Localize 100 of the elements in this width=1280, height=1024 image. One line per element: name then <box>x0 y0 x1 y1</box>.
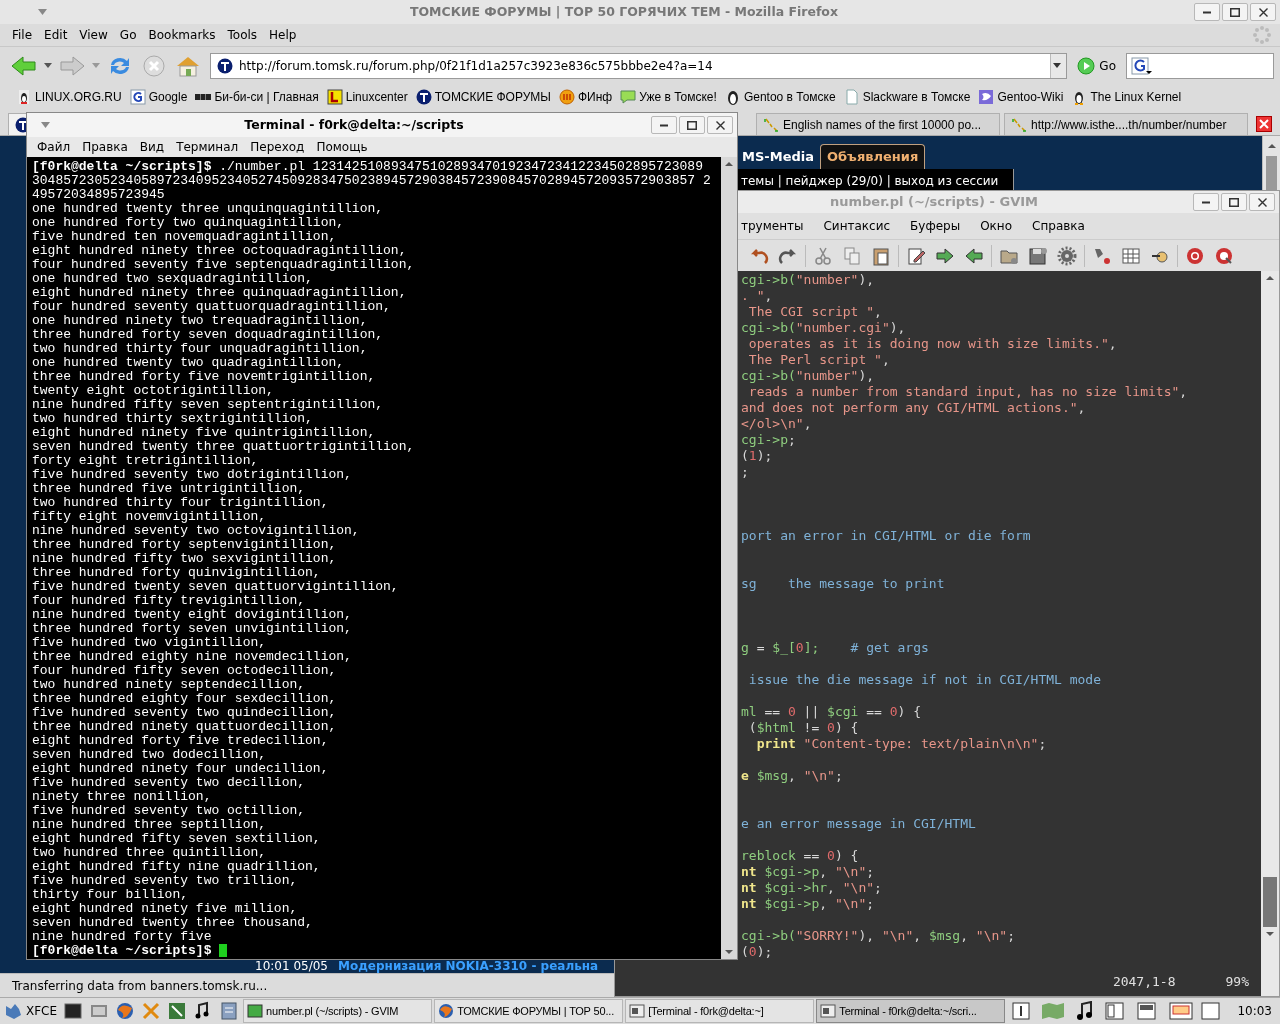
prompt-text: [f0rk@delta ~/scripts]$ <box>32 943 212 958</box>
output-line: three hundred forty seven unvigintillion, <box>32 622 353 636</box>
output-line: five hundred seventy two trillion, <box>32 874 299 888</box>
output-line: eight hundred fifty nine quadrillion, <box>32 860 322 874</box>
taskbar-button[interactable]: [Terminal - f0rk@delta:~] <box>625 999 815 1023</box>
xfce-menu-button[interactable]: XFCE <box>2 1002 60 1020</box>
bookmark-item[interactable]: Gentoo в Томске <box>720 88 840 106</box>
bookmark-item[interactable]: Gentoo-Wiki <box>974 88 1068 106</box>
news-time: 10:01 05/05 <box>255 960 328 973</box>
bookmark-item[interactable]: ТОМСКИЕ ФОРУМЫ <box>411 88 555 106</box>
output-line: nine hundred fifty seven septentrigintillion, <box>32 398 385 412</box>
status-text: Transferring data from banners.tomsk.ru... <box>12 977 268 995</box>
menu-item[interactable]: Окно <box>974 217 1019 235</box>
code-line: ml == 0 || $cgi == 0) { <box>741 704 923 720</box>
output-line: three hundred forty septenvigintillion, <box>32 538 338 552</box>
output-line: three hundred forty five novemtrigintillion, <box>32 370 377 384</box>
code-line: The CGI script ", <box>747 304 883 320</box>
menu-item[interactable]: Переход <box>244 138 311 156</box>
output-line: two hundred thirty four unquadragintillion, <box>32 342 369 356</box>
code-line: reads a number from standard input, has no size limits", <box>747 384 1189 400</box>
output-line: twenty eight octotrigintillion, <box>32 384 275 398</box>
output-line: three hundred five untrigintillion, <box>32 482 307 496</box>
menu-item[interactable]: Edit <box>38 26 74 44</box>
scroll-percent: 99% <box>1225 974 1249 991</box>
menu-item[interactable]: трументы <box>735 217 810 235</box>
output-line: four hundred fifty trevigintillion, <box>32 594 307 608</box>
bookmark-item[interactable]: LINUX.ORG.RU <box>12 88 126 106</box>
menu-item[interactable]: Буферы <box>904 217 967 235</box>
window-title: number.pl (~/scripts) - GVIM <box>829 193 1039 212</box>
site-nav-tab[interactable]: MS-Media <box>736 145 820 169</box>
address-field[interactable]: http://forum.tomsk.ru/forum.php/0f21f1d1a257c3923e836c575bbbe2e4?a=14 <box>210 52 1068 79</box>
menu-item[interactable]: Go <box>113 26 143 44</box>
code-line: ($html != 0) { <box>747 720 860 736</box>
code-line: cgi->b("SORRY!"), "\n", $msg, "\n"; <box>741 928 1016 944</box>
menu-item[interactable]: Help <box>263 26 303 44</box>
code-line: (1); <box>741 448 774 464</box>
code-line: . ", <box>741 288 774 304</box>
output-line: one hundred twenty two quadragintillion, <box>32 356 346 370</box>
output-line: three hundred forty seven doquadragintillion, <box>32 328 385 342</box>
code-line: The Perl script ", <box>747 352 891 368</box>
output-line: forty eight tretrigintillion, <box>32 454 260 468</box>
output-line: two hundred ninety septendecillion, <box>32 678 307 692</box>
bookmark-item[interactable]: Linuxcenter <box>322 88 412 106</box>
menu-item[interactable]: Tools <box>221 26 264 44</box>
code-line: e $msg, "\n"; <box>741 768 844 784</box>
code-line: reblock == 0) { <box>741 848 860 864</box>
menu-item[interactable]: Терминал <box>170 138 245 156</box>
output-line: eight hundred fifty seven sextillion, <box>32 832 322 846</box>
window-title: ТОМСКИЕ ФОРУМЫ | ТОР 50 ГОРЯЧИХ ТЕМ - Mozilla Firefox <box>408 2 840 21</box>
output-line: five hundred seventy two dotrigintillion, <box>32 468 353 482</box>
bookmark-item[interactable]: Би-би-си | Главная <box>191 88 323 106</box>
output-line: one hundred twenty three unquinquagintillion, <box>32 202 385 216</box>
output-line: five hundred seventy two octillion, <box>32 804 307 818</box>
bookmark-item[interactable]: Google <box>125 88 192 106</box>
window-title: Terminal - f0rk@delta:~/scripts <box>243 115 465 134</box>
bookmark-item[interactable]: Slackware в Томске <box>839 88 975 106</box>
code-line: print "Content-type: text/plain\n\n"; <box>755 736 1048 752</box>
output-line: eight hundred forty five tredecillion, <box>32 734 330 748</box>
output-line: two hundred thirty sextrigintillion, <box>32 412 314 426</box>
menu-item[interactable]: View <box>73 26 114 44</box>
menu-item[interactable]: Вид <box>133 138 171 156</box>
bookmark-item[interactable]: ФИнф <box>554 88 617 106</box>
menu-item[interactable]: Правка <box>76 138 134 156</box>
menu-item[interactable]: File <box>6 26 39 44</box>
output-line: five hundred two vigintillion, <box>32 636 268 650</box>
bookmark-item[interactable]: The Linux Kernel <box>1067 88 1186 106</box>
browser-tab[interactable]: http://www.isthe....th/number/number <box>1004 113 1248 135</box>
news-link[interactable]: Модернизация NOKIA-3310 - реальна <box>338 960 599 973</box>
output-line: one hundred two sexquadragintillion, <box>32 272 314 286</box>
output-line: seven hundred twenty three quattuortrigintillion, <box>32 440 416 454</box>
output-line: seven hundred two dodecillion, <box>32 748 268 762</box>
command-text: ./number.pl 12314251089347510289347019234723412234502895723089 <box>219 159 703 174</box>
code-line: cgi->b("number"), <box>741 272 876 288</box>
output-line: nine hundred fifty two sexvigintillion, <box>32 552 338 566</box>
output-line: one hundred ninety two trequadragintillion, <box>32 314 369 328</box>
output-line: 49572034895723945 <box>32 188 166 202</box>
cursor-position: 2047,1-8 <box>1112 974 1176 991</box>
output-line: ninety three nonillion, <box>32 790 213 804</box>
taskbar-button[interactable]: ТОМСКИЕ ФОРУМЫ | ТОР 50... <box>434 999 624 1023</box>
output-line: three hundred eighty four sexdecillion, <box>32 692 338 706</box>
code-line: nt $cgi->hr, "\n"; <box>741 880 883 896</box>
browser-tab[interactable]: English names of the first 10000 po... <box>756 113 1000 135</box>
menu-item[interactable]: Синтаксис <box>817 217 897 235</box>
output-line: eight hundred ninety three quinquadragintillion, <box>32 286 408 300</box>
output-line: seven hundred twenty three thousand, <box>32 916 314 930</box>
code-line: operates as it is doing now with size limits.", <box>747 336 1118 352</box>
taskbar-button[interactable]: number.pl (~/scripts) - GVIM <box>243 999 433 1023</box>
menu-item[interactable]: Bookmarks <box>142 26 222 44</box>
code-line: nt $cgi->p, "\n"; <box>741 896 876 912</box>
menu-item[interactable]: Файл <box>31 138 77 156</box>
output-line: three hundred eighty nine novemdecillion, <box>32 650 353 664</box>
output-line: two hundred thirty four trigintillion, <box>32 496 330 510</box>
menu-item[interactable]: Помощь <box>310 138 374 156</box>
bookmark-item[interactable]: Уже в Томске! <box>616 88 721 106</box>
site-nav-tab[interactable]: Объявления <box>820 144 926 169</box>
output-line: four hundred seventy quattuorquadragintillion, <box>32 300 392 314</box>
taskbar-button[interactable]: Terminal - f0rk@delta:~/scri... <box>816 999 1006 1023</box>
output-line: nine hundred forty five <box>32 930 213 944</box>
menu-item[interactable]: Справка <box>1026 217 1091 235</box>
go-button[interactable]: Go <box>1075 56 1118 75</box>
